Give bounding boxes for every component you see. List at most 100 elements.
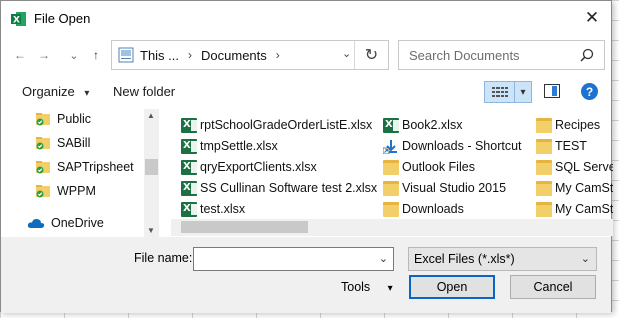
address-dropdown-icon[interactable]: ⌄: [342, 47, 351, 60]
file-name: Book2.xlsx: [402, 118, 463, 132]
refresh-button[interactable]: ↻: [354, 41, 388, 69]
forward-button[interactable]: →: [35, 45, 53, 65]
breadcrumb-separator-icon[interactable]: ›: [188, 48, 192, 62]
sidebar-item-label: WPPM: [57, 184, 96, 198]
navigation-pane: Public SABill SAPTripsheet WPPM OneDrive…: [1, 109, 161, 237]
list-item[interactable]: Visual Studio 2015: [383, 178, 506, 198]
dialog-footer: File name: ⌄ Excel Files (*.xls*) ⌄ Tool…: [1, 237, 611, 313]
excel-file-icon: [181, 180, 197, 196]
file-name: tmpSettle.xlsx: [200, 139, 278, 153]
list-view-icon[interactable]: [485, 82, 515, 102]
breadcrumb-documents[interactable]: Documents: [201, 48, 267, 63]
folder-synced-icon: [36, 161, 50, 174]
list-item[interactable]: Downloads - Shortcut: [383, 136, 522, 156]
back-button[interactable]: ←: [11, 45, 29, 65]
file-type-filter[interactable]: Excel Files (*.xls*) ⌄: [408, 247, 597, 271]
chevron-down-icon[interactable]: ⌄: [379, 252, 388, 265]
list-item[interactable]: Downloads: [383, 199, 464, 219]
command-bar: Organize ▾ New folder ▾ ?: [1, 75, 611, 109]
breadcrumb-this-pc[interactable]: This ...: [140, 48, 179, 63]
folder-icon: [536, 117, 552, 133]
file-type-value: Excel Files (*.xls*): [414, 252, 515, 266]
search-placeholder: Search Documents: [409, 47, 520, 63]
sidebar-item-label: OneDrive: [51, 216, 104, 230]
folder-icon: [383, 201, 399, 217]
chevron-down-icon: ⌄: [69, 49, 79, 62]
file-list: rptSchoolGradeOrderListE.xlsx tmpSettle.…: [171, 109, 613, 237]
list-item[interactable]: Recipes: [536, 115, 600, 135]
sidebar-item-label: SABill: [57, 136, 91, 150]
file-name: qryExportClients.xlsx: [200, 160, 317, 174]
change-view-button[interactable]: ▾: [484, 81, 532, 103]
excel-file-icon: [383, 117, 399, 133]
sidebar-item-sabill[interactable]: SABill: [35, 133, 90, 153]
caret-down-icon: ▾: [387, 283, 393, 294]
sidebar-item-label: SAPTripsheet: [57, 160, 134, 174]
folder-icon: [536, 180, 552, 196]
list-item[interactable]: tmpSettle.xlsx: [181, 136, 278, 156]
preview-pane-icon[interactable]: [544, 84, 560, 98]
caret-down-icon: ▾: [84, 88, 90, 99]
cancel-button[interactable]: Cancel: [510, 275, 596, 299]
address-bar[interactable]: This ... › Documents › ⌄ ↻: [111, 40, 389, 70]
close-button[interactable]: ✕: [581, 7, 603, 29]
new-folder-button[interactable]: New folder: [113, 84, 175, 99]
sidebar-item-saptripsheet[interactable]: SAPTripsheet: [35, 157, 134, 177]
sidebar-item-label: Public: [57, 112, 92, 126]
scrollbar-thumb[interactable]: [145, 159, 158, 175]
list-item[interactable]: test.xlsx: [181, 199, 245, 219]
folder-icon: [536, 159, 552, 175]
list-item[interactable]: Book2.xlsx: [383, 115, 462, 135]
list-item[interactable]: Outlook Files: [383, 157, 475, 177]
navigation-pane-scrollbar[interactable]: ▲ ▼: [144, 109, 159, 237]
folder-icon: [383, 180, 399, 196]
sidebar-item-wppm[interactable]: WPPM: [35, 181, 96, 201]
file-name: rptSchoolGradeOrderListE.xlsx: [200, 118, 373, 132]
help-icon[interactable]: ?: [581, 83, 598, 100]
list-item[interactable]: SS Cullinan Software test 2.xlsx: [181, 178, 377, 198]
sidebar-item-public[interactable]: Public: [35, 109, 91, 129]
svg-text:X: X: [13, 16, 20, 26]
file-name-label: File name:: [134, 251, 193, 265]
file-name-field[interactable]: ⌄: [193, 247, 394, 271]
excel-file-icon: [181, 201, 197, 217]
up-button[interactable]: ↑: [87, 45, 105, 65]
breadcrumb-separator-icon[interactable]: ›: [276, 48, 280, 62]
forward-arrow-icon: →: [38, 48, 50, 62]
search-box[interactable]: Search Documents: [398, 40, 605, 70]
window-title: File Open: [34, 11, 91, 26]
scroll-up-icon[interactable]: ▲: [147, 111, 155, 120]
navigation-bar: ← → ⌄ ↑ This ... › Documents › ⌄ ↻ Searc…: [1, 37, 611, 73]
list-item[interactable]: TEST: [536, 136, 587, 156]
list-item[interactable]: rptSchoolGradeOrderListE.xlsx: [181, 115, 372, 135]
list-item[interactable]: qryExportClients.xlsx: [181, 157, 317, 177]
cloud-icon: [27, 218, 45, 228]
file-name: SQL Server: [555, 160, 613, 174]
chevron-down-icon: ⌄: [580, 253, 590, 265]
open-button[interactable]: Open: [409, 275, 495, 299]
file-name: Downloads: [402, 202, 464, 216]
scrollbar-thumb[interactable]: [181, 221, 308, 233]
scroll-down-icon[interactable]: ▼: [147, 226, 155, 235]
excel-file-icon: [181, 138, 197, 154]
refresh-icon: ↻: [364, 47, 379, 64]
tools-label: Tools: [341, 280, 371, 294]
folder-synced-icon: [36, 137, 50, 150]
recent-locations-button[interactable]: ⌄: [65, 45, 83, 65]
up-arrow-icon: ↑: [93, 48, 99, 62]
list-item[interactable]: SQL Server: [536, 157, 613, 177]
file-open-dialog: X File Open ✕ ← → ⌄ ↑ This ... › Documen…: [0, 0, 613, 313]
excel-app-icon: X: [11, 12, 26, 26]
file-name: test.xlsx: [200, 202, 246, 216]
list-item[interactable]: My CamStu: [536, 199, 613, 219]
file-name: SS Cullinan Software test 2.xlsx: [200, 181, 378, 195]
view-options-caret-icon[interactable]: ▾: [515, 82, 531, 102]
list-item[interactable]: My CamStu: [536, 178, 613, 198]
organize-label: Organize: [22, 84, 75, 99]
title-bar: X File Open ✕: [1, 1, 611, 35]
file-name: Outlook Files: [402, 160, 475, 174]
tools-menu-button[interactable]: Tools ▾: [341, 280, 393, 294]
sidebar-item-onedrive[interactable]: OneDrive: [27, 213, 104, 233]
file-list-horizontal-scrollbar[interactable]: [171, 219, 613, 236]
organize-menu-button[interactable]: Organize ▾: [22, 84, 89, 99]
